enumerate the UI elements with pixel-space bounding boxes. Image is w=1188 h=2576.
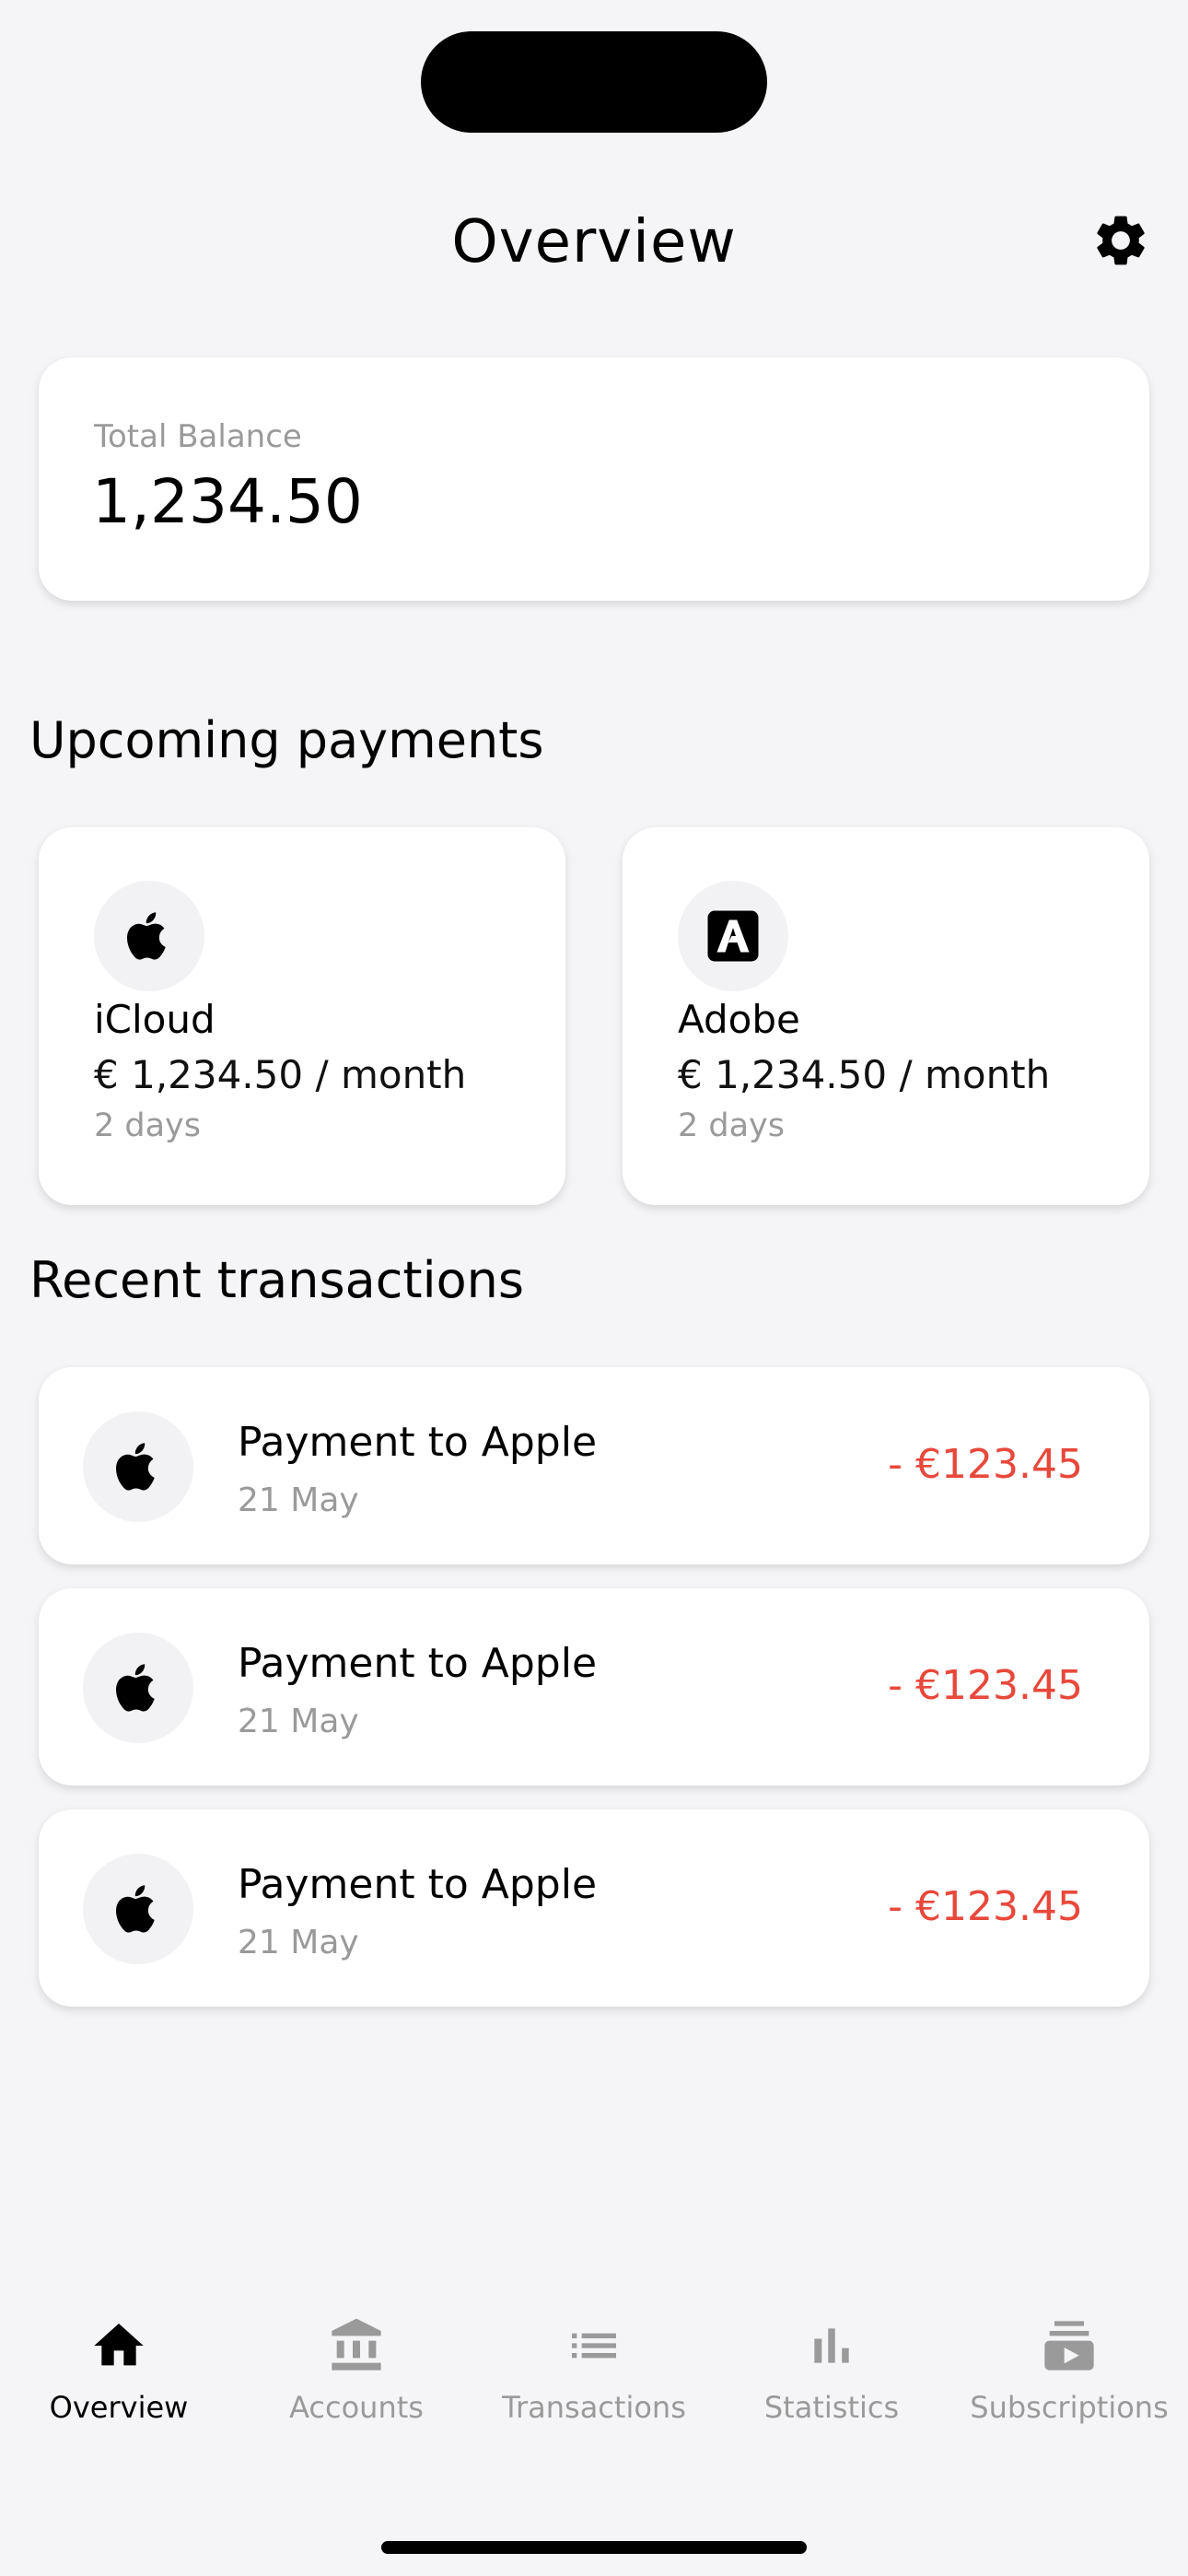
tab-accounts[interactable]: Accounts [238, 2294, 475, 2451]
total-balance-value: 1,234.50 [92, 466, 363, 537]
apple-icon [127, 912, 166, 960]
payment-name: Adobe [678, 997, 800, 1042]
tab-statistics[interactable]: Statistics [713, 2294, 950, 2451]
payment-amount: € 1,234.50 / month [94, 1052, 467, 1097]
transaction-logo [83, 1411, 193, 1522]
tab-subscriptions[interactable]: Subscriptions [950, 2294, 1188, 2451]
apple-icon [116, 1885, 155, 1933]
transaction-date: 21 May [238, 1703, 359, 1740]
upcoming-payment-card[interactable]: iCloud € 1,234.50 / month 2 days [39, 827, 565, 1205]
adobe-icon [707, 910, 759, 962]
bottom-tab-bar: Overview Accounts Transactions Statistic… [0, 2294, 1188, 2460]
tab-label: Accounts [289, 2390, 424, 2425]
tab-label: Statistics [763, 2390, 900, 2425]
payment-name: iCloud [94, 997, 215, 1042]
payment-due: 2 days [94, 1107, 202, 1144]
tab-transactions[interactable]: Transactions [475, 2294, 713, 2451]
recent-transactions-title: Recent transactions [29, 1251, 524, 1309]
payment-due: 2 days [678, 1107, 786, 1144]
home-indicator[interactable] [381, 2541, 807, 2554]
upcoming-payment-card[interactable]: Adobe € 1,234.50 / month 2 days [623, 827, 1149, 1205]
transaction-date: 21 May [238, 1924, 359, 1961]
payment-logo [678, 881, 788, 991]
transaction-row[interactable]: Payment to Apple 21 May - €123.45 [39, 1588, 1149, 1786]
settings-gear-icon[interactable] [1090, 210, 1151, 271]
transaction-description: Payment to Apple [238, 1640, 598, 1687]
bank-icon [332, 2318, 381, 2371]
transaction-description: Payment to Apple [238, 1861, 598, 1908]
transaction-amount: - €123.45 [888, 1662, 1083, 1709]
apple-icon [116, 1443, 155, 1491]
transaction-amount: - €123.45 [888, 1441, 1083, 1488]
transaction-description: Payment to Apple [238, 1419, 598, 1466]
transaction-logo [83, 1854, 193, 1964]
header: Overview [0, 184, 1188, 295]
transaction-date: 21 May [238, 1481, 359, 1519]
transaction-row[interactable]: Payment to Apple 21 May - €123.45 [39, 1809, 1149, 2007]
transaction-amount: - €123.45 [888, 1883, 1083, 1930]
tab-label: Overview [49, 2390, 189, 2425]
total-balance-card[interactable]: Total Balance 1,234.50 [39, 357, 1149, 601]
page-title: Overview [451, 208, 737, 276]
dynamic-island [421, 31, 767, 133]
bar-chart-icon [814, 2328, 849, 2363]
total-balance-label: Total Balance [94, 418, 302, 455]
transaction-row[interactable]: Payment to Apple 21 May - €123.45 [39, 1367, 1149, 1564]
tab-overview[interactable]: Overview [0, 2294, 238, 2451]
list-icon [572, 2333, 616, 2359]
upcoming-payments-title: Upcoming payments [29, 711, 544, 769]
tab-label: Subscriptions [970, 2390, 1169, 2425]
payment-amount: € 1,234.50 / month [678, 1052, 1051, 1097]
home-icon [94, 2324, 144, 2366]
payment-logo [94, 881, 204, 991]
transaction-logo [83, 1633, 193, 1743]
subscriptions-icon [1044, 2321, 1094, 2371]
tab-label: Transactions [502, 2390, 686, 2425]
apple-icon [116, 1664, 155, 1712]
